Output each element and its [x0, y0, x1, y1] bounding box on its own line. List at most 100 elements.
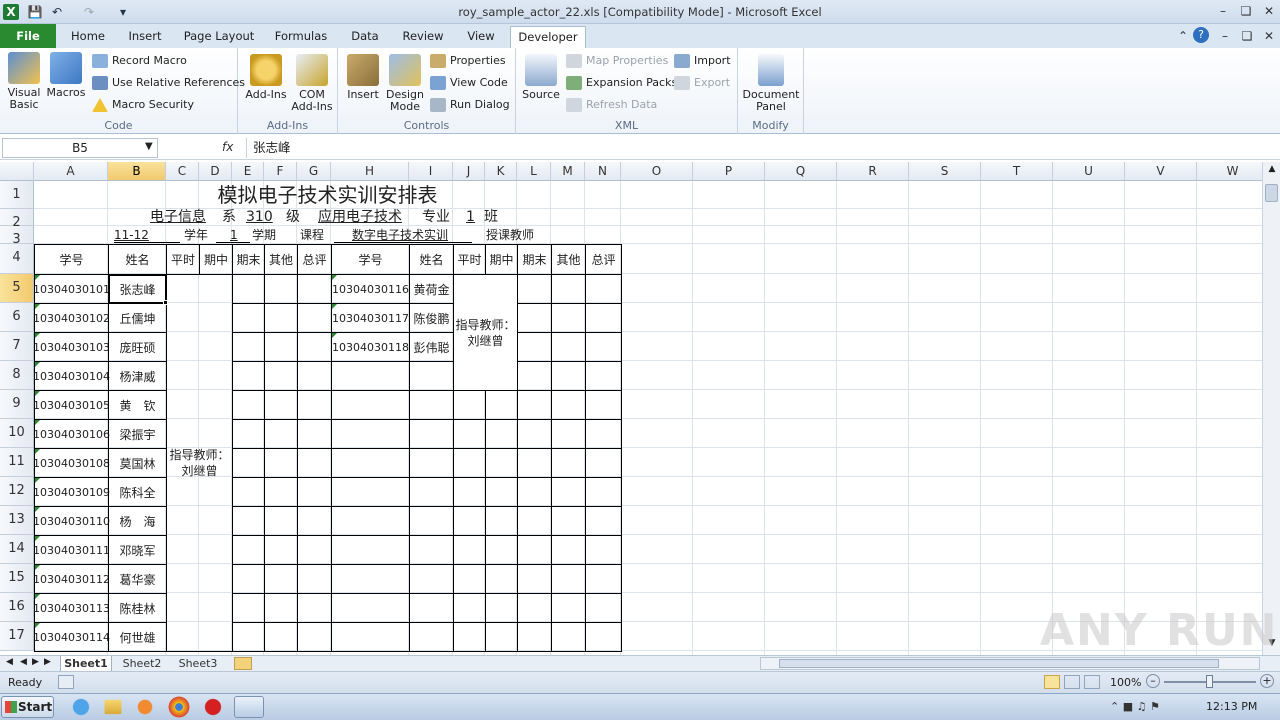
- header-cell-d[interactable]: 期中: [199, 244, 233, 275]
- clock[interactable]: 12:13 PM: [1206, 700, 1257, 713]
- tab-formulas[interactable]: Formulas: [270, 26, 332, 48]
- column-header-n[interactable]: N: [585, 162, 621, 181]
- score-cell[interactable]: [485, 390, 518, 420]
- zoom-in-icon[interactable]: +: [1260, 674, 1274, 688]
- map-properties-button[interactable]: Map Properties: [566, 51, 668, 71]
- student-name-cell[interactable]: 何世雄: [108, 622, 167, 652]
- column-header-w[interactable]: W: [1197, 162, 1262, 181]
- sheet-tab-sheet3[interactable]: Sheet3: [172, 656, 224, 672]
- score-cell[interactable]: [585, 593, 622, 623]
- header-cell-f[interactable]: 其他: [264, 244, 298, 275]
- score-cell[interactable]: [232, 332, 265, 362]
- minimize-icon[interactable]: –: [1212, 2, 1234, 20]
- score-cell[interactable]: [485, 593, 518, 623]
- score-cell[interactable]: [551, 448, 586, 478]
- empty-cell[interactable]: [409, 535, 454, 565]
- score-cell[interactable]: [264, 535, 298, 565]
- score-cell[interactable]: [585, 390, 622, 420]
- score-cell[interactable]: [264, 622, 298, 652]
- column-header-h[interactable]: H: [331, 162, 409, 181]
- score-cell[interactable]: [551, 477, 586, 507]
- student-id-cell[interactable]: 10304030114: [33, 622, 110, 652]
- name-box[interactable]: B5: [2, 138, 158, 158]
- score-cell[interactable]: [297, 274, 332, 304]
- empty-cell[interactable]: [331, 593, 410, 623]
- student-id-cell[interactable]: 10304030102: [33, 303, 110, 333]
- empty-cell[interactable]: [331, 390, 410, 420]
- score-cell[interactable]: [485, 622, 518, 652]
- score-cell[interactable]: [585, 564, 622, 594]
- score-cell[interactable]: [453, 593, 486, 623]
- score-cell[interactable]: [297, 448, 332, 478]
- score-cell[interactable]: [517, 332, 552, 362]
- score-cell[interactable]: [517, 477, 552, 507]
- score-cell[interactable]: [517, 535, 552, 565]
- record-macro-button[interactable]: Record Macro: [92, 51, 187, 71]
- student-id-cell[interactable]: 10304030106: [33, 419, 110, 449]
- score-cell[interactable]: [485, 564, 518, 594]
- macro-security-button[interactable]: Macro Security: [92, 95, 194, 115]
- column-header-d[interactable]: D: [199, 162, 232, 181]
- column-header-f[interactable]: F: [264, 162, 297, 181]
- chrome-icon[interactable]: [166, 696, 192, 718]
- score-cell[interactable]: [297, 622, 332, 652]
- empty-cell[interactable]: [331, 564, 410, 594]
- refresh-data-button[interactable]: Refresh Data: [566, 95, 657, 115]
- help-icon[interactable]: ?: [1193, 27, 1209, 43]
- row-header-17[interactable]: 17: [0, 622, 34, 651]
- empty-cell[interactable]: [409, 448, 454, 478]
- run-dialog-button[interactable]: Run Dialog: [430, 95, 510, 115]
- score-cell[interactable]: [264, 448, 298, 478]
- score-cell[interactable]: [453, 564, 486, 594]
- sheet-nav-first-icon[interactable]: ◀: [6, 657, 13, 667]
- page-break-view-icon[interactable]: [1084, 675, 1100, 689]
- row-header-9[interactable]: 9: [0, 390, 34, 419]
- student-id-cell[interactable]: 10304030108: [33, 448, 110, 478]
- empty-cell[interactable]: [409, 622, 454, 652]
- com-addins-button[interactable]: COM Add-Ins: [290, 54, 334, 113]
- empty-cell[interactable]: [331, 477, 410, 507]
- student-id-cell[interactable]: 10304030117: [331, 303, 410, 333]
- fill-handle[interactable]: [163, 300, 168, 305]
- student-id-cell[interactable]: 10304030110: [33, 506, 110, 536]
- column-header-t[interactable]: T: [981, 162, 1053, 181]
- score-cell[interactable]: [232, 361, 265, 391]
- header-cell-e[interactable]: 期末: [232, 244, 265, 275]
- column-header-l[interactable]: L: [517, 162, 551, 181]
- page-layout-view-icon[interactable]: [1064, 675, 1080, 689]
- row-header-15[interactable]: 15: [0, 564, 34, 593]
- tab-page-layout[interactable]: Page Layout: [180, 26, 258, 48]
- score-cell[interactable]: [264, 564, 298, 594]
- explorer-icon[interactable]: [104, 699, 122, 715]
- row-header-5[interactable]: 5: [0, 274, 34, 303]
- score-cell[interactable]: [585, 448, 622, 478]
- column-header-b[interactable]: B: [108, 162, 166, 181]
- score-cell[interactable]: [297, 303, 332, 333]
- score-cell[interactable]: [485, 506, 518, 536]
- active-cell-b5[interactable]: 张志峰: [108, 274, 167, 304]
- close-icon[interactable]: ✕: [1258, 2, 1280, 20]
- sheet-tab-sheet1[interactable]: Sheet1: [60, 656, 112, 672]
- doc-minimize-icon[interactable]: –: [1214, 27, 1236, 45]
- sheet-nav-prev-icon[interactable]: ◀: [20, 657, 27, 667]
- empty-cell[interactable]: [331, 419, 410, 449]
- score-cell[interactable]: [585, 506, 622, 536]
- sheet-nav-next-icon[interactable]: ▶: [32, 657, 39, 667]
- score-cell[interactable]: [517, 390, 552, 420]
- score-cell[interactable]: [264, 361, 298, 391]
- import-button[interactable]: Import: [674, 51, 731, 71]
- score-cell[interactable]: [551, 535, 586, 565]
- score-cell[interactable]: [517, 564, 552, 594]
- document-panel-button[interactable]: Document Panel: [740, 54, 802, 113]
- tab-file[interactable]: File: [0, 24, 56, 48]
- score-cell[interactable]: [585, 332, 622, 362]
- student-name-cell[interactable]: 庞旺硕: [108, 332, 167, 362]
- empty-cell[interactable]: [409, 564, 454, 594]
- column-header-m[interactable]: M: [551, 162, 585, 181]
- ie-icon[interactable]: [68, 696, 94, 718]
- row-header-2[interactable]: 2: [0, 209, 34, 230]
- score-cell[interactable]: [297, 506, 332, 536]
- score-cell[interactable]: [551, 390, 586, 420]
- score-cell[interactable]: [232, 535, 265, 565]
- score-cell[interactable]: [264, 506, 298, 536]
